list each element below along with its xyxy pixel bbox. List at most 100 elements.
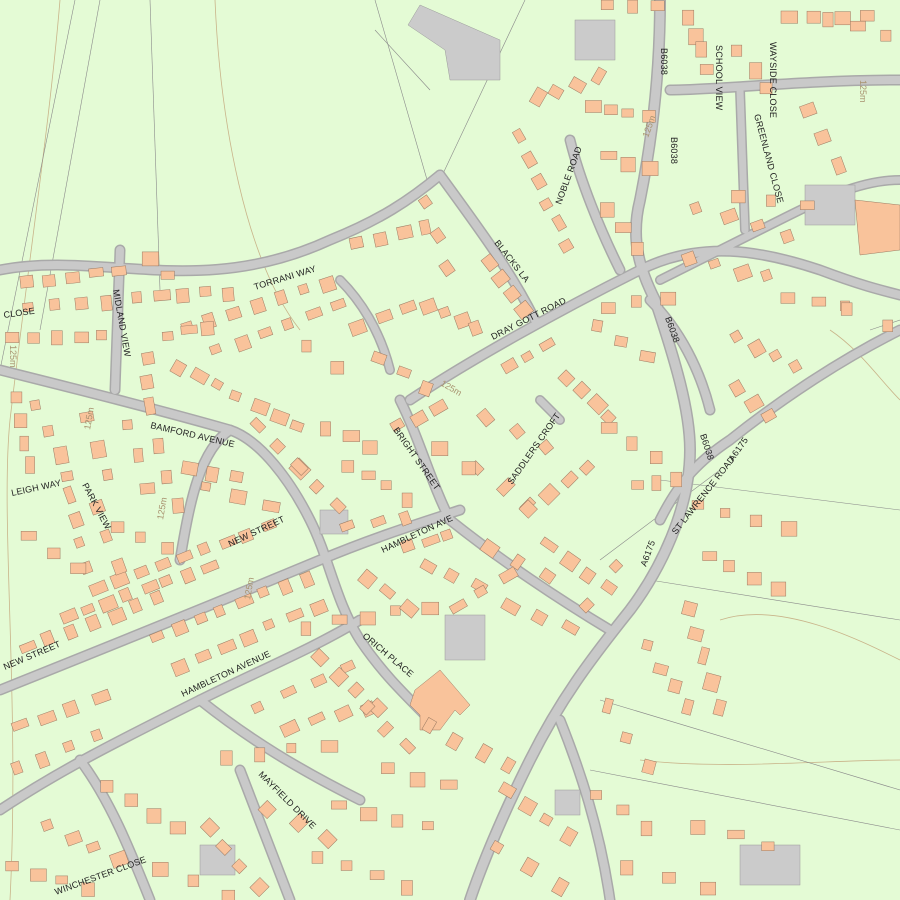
house [121,419,133,431]
house [761,841,775,851]
house [361,470,376,480]
house [640,820,653,837]
house [421,601,439,616]
house [341,460,355,473]
house [690,820,706,835]
house [600,0,614,10]
house [41,274,57,288]
house [401,492,413,508]
house [822,12,834,28]
house [780,292,796,304]
house [342,430,360,442]
house [749,514,763,527]
label-b6038-a: B6038 [669,137,679,164]
house [161,542,174,555]
house [660,291,677,306]
house [139,482,156,495]
house [160,469,173,485]
house [641,161,659,176]
house [286,743,297,754]
house [29,399,41,411]
house [780,10,798,24]
house [359,611,376,626]
house [840,302,853,316]
house [42,424,55,438]
map[interactable]: TORRANI WAY BLACKS LA DRAY GOTT ROAD NOB… [0,0,900,900]
house [5,332,20,343]
house [187,874,200,887]
house [800,200,815,210]
house [700,881,716,896]
house [228,488,248,506]
house [254,747,266,763]
house [330,361,345,375]
house [631,242,644,256]
house [860,10,875,22]
house [74,296,89,311]
house [850,20,866,32]
house [422,821,434,831]
house [585,100,602,113]
house [131,291,143,304]
house [101,468,114,482]
house [19,435,29,452]
house [650,0,665,11]
house [780,521,798,537]
house [180,324,198,335]
house [621,108,634,118]
house [662,872,676,884]
house [301,339,312,353]
house [631,480,644,490]
house [160,270,175,280]
house [311,851,324,864]
house [880,29,892,42]
house [331,614,348,625]
house [604,104,618,115]
house [132,447,144,463]
house [229,470,244,483]
house [100,780,114,793]
height-label: 125m [858,80,868,103]
house [651,475,662,491]
house [171,497,185,514]
house [620,860,634,876]
house [320,421,331,437]
house [100,294,113,312]
house [14,413,28,428]
house [161,331,174,342]
house [89,439,108,460]
house [682,9,695,26]
house [626,436,638,451]
house [48,298,61,311]
height-label: 125m [8,345,18,368]
house [746,572,762,586]
house [613,335,629,348]
house [440,779,458,790]
house [381,762,395,774]
house [30,868,47,882]
house [153,289,172,302]
house [600,151,618,160]
house [461,461,476,476]
house [88,267,104,278]
house [340,860,353,871]
house [380,480,392,490]
house [141,351,156,366]
house [60,470,74,483]
house [110,265,127,277]
map-canvas: TORRANI WAY BLACKS LA DRAY GOTT ROAD NOB… [0,0,900,900]
house [650,451,663,464]
house [51,330,63,346]
house [372,231,389,248]
house [723,560,735,573]
house [360,807,378,822]
house [320,740,339,753]
house [369,870,385,880]
house [620,157,636,173]
house [811,296,827,307]
house [396,224,414,241]
house [348,235,365,250]
house [139,374,155,391]
house [27,332,40,344]
house [616,804,630,816]
